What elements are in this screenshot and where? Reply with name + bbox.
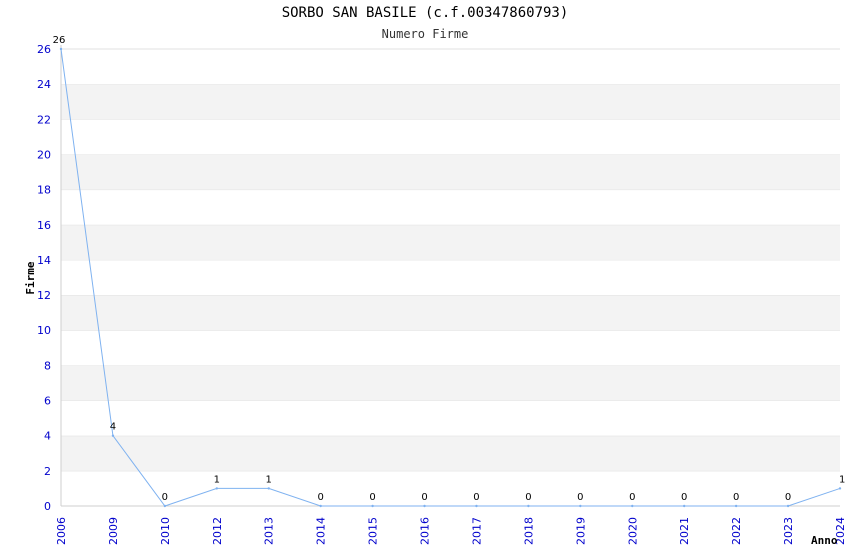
x-tick-label: 2012 <box>211 517 224 545</box>
data-label: 1 <box>214 474 220 485</box>
x-tick-label: 2018 <box>522 517 535 545</box>
grid-band <box>61 224 840 260</box>
x-tick-label: 2009 <box>107 517 120 545</box>
data-label: 1 <box>266 474 272 485</box>
data-point <box>215 487 218 490</box>
x-tick-label: 2006 <box>55 517 68 545</box>
data-point <box>163 504 167 508</box>
data-point <box>111 434 115 437</box>
data-label: 0 <box>733 492 739 503</box>
x-tick-label: 2010 <box>159 517 172 545</box>
grid-bands <box>61 48 840 506</box>
data-label: 0 <box>681 492 687 503</box>
y-tick-label: 18 <box>37 184 51 197</box>
data-point <box>319 504 322 508</box>
y-tick-label: 0 <box>44 500 51 513</box>
data-label: 0 <box>525 492 531 503</box>
grid-band <box>61 400 840 436</box>
data-label: 0 <box>317 492 323 503</box>
data-point <box>786 504 790 508</box>
x-tick-label: 2023 <box>782 517 795 545</box>
y-tick-label: 4 <box>44 430 51 443</box>
y-tick-label: 10 <box>37 324 51 337</box>
data-point <box>59 47 63 51</box>
x-tick-labels: 2006 2009 2010 2012 2013 2014 2015 2016 2017 2018… <box>55 517 847 545</box>
data-label: 4 <box>110 422 116 433</box>
y-axis-title: Firme <box>24 261 37 294</box>
x-tick-label: 2014 <box>315 517 328 545</box>
y-tick-label: 20 <box>37 148 51 161</box>
data-point <box>371 504 374 508</box>
data-point <box>579 504 582 508</box>
data-point <box>631 504 634 508</box>
grid-band <box>61 435 840 471</box>
grid-band <box>61 49 840 85</box>
line-chart: 02468101214161820222426 2006 2009 2010 2012… <box>24 35 847 547</box>
x-tick-label: 2017 <box>470 517 483 545</box>
data-label: 1 <box>839 474 845 485</box>
data-point <box>475 504 478 508</box>
data-point <box>734 504 738 508</box>
data-label: 0 <box>577 492 583 503</box>
y-tick-label: 22 <box>37 113 51 126</box>
x-axis-title: Anno <box>811 534 838 547</box>
x-tick-label: 2020 <box>626 517 639 545</box>
data-point <box>423 504 426 508</box>
y-tick-label: 12 <box>37 289 51 302</box>
y-tick-label: 2 <box>44 465 51 478</box>
x-tick-label: 2019 <box>574 517 587 545</box>
grid-band <box>61 84 840 120</box>
y-tick-label: 14 <box>37 254 51 267</box>
x-tick-label: 2015 <box>367 517 380 545</box>
grid-band <box>61 154 840 190</box>
y-tick-labels: 02468101214161820222426 <box>37 43 51 513</box>
data-point <box>838 487 842 490</box>
x-tick-label: 2021 <box>678 517 691 545</box>
data-label: 0 <box>162 492 168 503</box>
grid-band <box>61 119 840 155</box>
data-label: 0 <box>785 492 791 503</box>
grid-band <box>61 295 840 331</box>
x-tick-label: 2022 <box>730 517 743 545</box>
grid-band <box>61 259 840 296</box>
y-tick-label: 16 <box>37 219 51 232</box>
data-label: 26 <box>53 35 66 46</box>
y-tick-label: 24 <box>37 78 51 91</box>
data-point <box>683 504 686 508</box>
data-point <box>267 487 270 490</box>
x-tick-label: 2013 <box>263 517 276 545</box>
x-tick-label: 2016 <box>419 517 432 545</box>
grid-band <box>61 189 840 225</box>
grid-band <box>61 365 840 401</box>
data-label: 0 <box>421 492 427 503</box>
data-point <box>527 504 530 508</box>
y-tick-label: 8 <box>44 359 51 372</box>
data-label: 0 <box>473 492 479 503</box>
data-label: 0 <box>629 492 635 503</box>
grid-band <box>61 330 840 366</box>
data-label: 0 <box>369 492 375 503</box>
y-tick-label: 26 <box>37 43 51 56</box>
y-tick-label: 6 <box>44 395 51 408</box>
grid-band <box>61 470 840 506</box>
